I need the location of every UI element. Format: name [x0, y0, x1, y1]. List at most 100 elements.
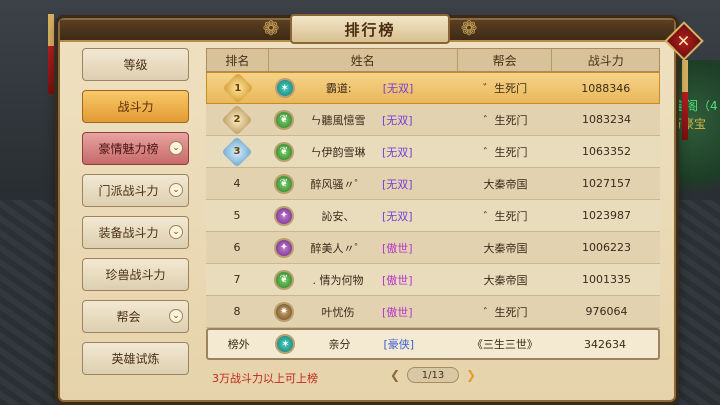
- table-header: 排名 姓名 帮会 战斗力: [206, 48, 660, 72]
- rank-value: 3: [233, 146, 241, 157]
- guild-name: ゛生死门: [483, 145, 528, 159]
- player-name: 亲分: [328, 338, 351, 351]
- title-tag: [无双]: [382, 82, 414, 95]
- chevron-down-icon: ⌄: [169, 141, 183, 155]
- player-name: 訫安、: [321, 209, 355, 223]
- table-row[interactable]: 4 ❦ 醉风骚〃゜ [无双] 大秦帝国 1027157: [206, 168, 660, 200]
- title-tag: [傲世]: [382, 273, 413, 287]
- table-row[interactable]: 1 ✶ 霸道: [无双] ゛生死门 1088346: [206, 72, 660, 104]
- right-tassel-decoration: [682, 60, 688, 140]
- ranking-requirement-note: 3万战斗力以上可上榜: [212, 372, 318, 385]
- guild-name: 《三生三世》: [471, 338, 538, 351]
- guild-name: ゛生死门: [483, 82, 528, 95]
- next-page-icon[interactable]: ❯: [464, 368, 478, 382]
- sidebar-item-pet-power[interactable]: 珍兽战斗力: [82, 258, 189, 291]
- avatar: ❦: [274, 269, 294, 290]
- sidebar: 等级 战斗力 豪情魅力榜 ⌄ 门派战斗力 ⌄ 装备战斗力 ⌄ 珍兽战斗力 帮会 …: [82, 48, 190, 384]
- table-row[interactable]: 3 ❦ ㄣ伊韵雪琳 [无双] ゛生死门 1063352: [206, 135, 660, 168]
- header-guild: 帮会: [458, 49, 553, 71]
- dragon-left-icon: ❁: [262, 16, 280, 40]
- sidebar-item-combat-power[interactable]: 战斗力: [82, 90, 189, 123]
- combat-power: 1023987: [582, 209, 631, 222]
- sidebar-item-label: 英雄试炼: [111, 352, 160, 366]
- table-row[interactable]: 7 ❦ . 情为何物 [傲世] 大秦帝国 1001335: [206, 264, 660, 296]
- rank-medal-silver-icon: 2: [221, 103, 253, 136]
- close-icon: ✕: [677, 31, 691, 51]
- page-title: 排行榜: [344, 20, 396, 39]
- combat-power: 1006223: [582, 241, 631, 254]
- sidebar-item-label: 豪情魅力榜: [98, 142, 159, 156]
- player-name: 醉美人〃゜: [310, 241, 366, 255]
- title-tag: [无双]: [382, 145, 413, 159]
- self-rank: 榜外: [227, 338, 250, 351]
- title-tag: [傲世]: [382, 241, 413, 255]
- title-tag: [傲世]: [382, 305, 413, 319]
- self-rank-row[interactable]: 榜外 ✶ 亲分 [豪侠] 《三生三世》 342634: [206, 328, 660, 360]
- player-name: ㄣ伊韵雪琳: [310, 145, 366, 159]
- rank-value: 5: [233, 209, 241, 222]
- sidebar-item-label: 装备战斗力: [98, 226, 159, 240]
- title-tag: [无双]: [382, 113, 413, 127]
- rank-value: 7: [233, 273, 241, 286]
- prev-page-icon[interactable]: ❮: [388, 368, 402, 382]
- sidebar-item-label: 珍兽战斗力: [105, 268, 166, 282]
- table-row[interactable]: 2 ❦ ㄣ聽風憶雪 [无双] ゛生死门 1083234: [206, 103, 660, 136]
- leaderboard-panel: ❁ ❁ 排行榜 等级 战斗力 豪情魅力榜 ⌄ 门派战斗力 ⌄ 装备战斗力 ⌄ 珍…: [58, 14, 676, 402]
- header-name: 姓名: [269, 49, 458, 71]
- sidebar-item-charm-ranking[interactable]: 豪情魅力榜 ⌄: [82, 132, 189, 165]
- combat-power: 1001335: [582, 273, 631, 286]
- guild-name: 大秦帝国: [483, 273, 528, 287]
- chevron-down-icon: ⌄: [169, 309, 183, 323]
- header-rank: 排名: [207, 49, 269, 71]
- title-tag: [豪侠]: [383, 338, 415, 351]
- ranking-table: 排名 姓名 帮会 战斗力 1 ✶ 霸道: [无双] ゛生死门 1088346 2 ❦…: [206, 48, 660, 360]
- rank-value: 6: [233, 241, 241, 254]
- guild-name: ゛生死门: [483, 305, 528, 319]
- sidebar-item-label: 等级: [123, 58, 148, 72]
- avatar: ✦: [274, 237, 294, 258]
- table-row[interactable]: 6 ✦ 醉美人〃゜ [傲世] 大秦帝国 1006223: [206, 232, 660, 264]
- sidebar-item-label: 门派战斗力: [98, 184, 159, 198]
- combat-power: 1063352: [582, 145, 631, 158]
- left-tassel-decoration: [48, 14, 54, 94]
- table-row[interactable]: 5 ✦ 訫安、 [无双] ゛生死门 1023987: [206, 200, 660, 232]
- rank-medal-bronze-icon: 3: [221, 135, 253, 168]
- title-plaque: 排行榜: [290, 14, 450, 44]
- player-name: 醉风骚〃゜: [310, 177, 366, 191]
- player-name: 叶忧伤: [321, 305, 355, 319]
- player-name: 霸道:: [325, 82, 352, 95]
- player-name: ㄣ聽風憶雪: [310, 113, 366, 127]
- chevron-down-icon: ⌄: [169, 183, 183, 197]
- title-tag: [无双]: [382, 209, 413, 223]
- combat-power: 1083234: [582, 113, 631, 126]
- combat-power: 1027157: [582, 177, 631, 190]
- sidebar-item-label: 战斗力: [117, 100, 154, 114]
- table-row[interactable]: 8 ✷ 叶忧伤 [傲世] ゛生死门 976064: [206, 296, 660, 328]
- pagination: ❮ 1/13 ❯: [388, 366, 478, 384]
- rank-value: 8: [233, 305, 241, 318]
- title-tag: [无双]: [382, 177, 413, 191]
- rank-medal-gold-icon: 1: [222, 72, 254, 104]
- header-power: 战斗力: [587, 53, 624, 68]
- rank-value: 2: [233, 114, 241, 125]
- sidebar-item-sect-power[interactable]: 门派战斗力 ⌄: [82, 174, 189, 207]
- avatar: ✷: [274, 301, 294, 322]
- dragon-right-icon: ❁: [460, 16, 478, 40]
- guild-name: ゛生死门: [483, 113, 528, 127]
- sidebar-item-label: 帮会: [116, 310, 141, 324]
- avatar: ❦: [274, 141, 294, 162]
- chevron-down-icon: ⌄: [169, 225, 183, 239]
- combat-power: 976064: [585, 305, 628, 318]
- rank-value: 1: [234, 82, 242, 94]
- avatar: ❦: [274, 109, 294, 130]
- sidebar-item-guild[interactable]: 帮会 ⌄: [82, 300, 189, 333]
- guild-name: ゛生死门: [483, 209, 528, 223]
- avatar: ❦: [274, 173, 294, 194]
- guild-name: 大秦帝国: [483, 241, 528, 255]
- sidebar-item-level[interactable]: 等级: [82, 48, 189, 81]
- rank-value: 4: [233, 177, 241, 190]
- page-indicator: 1/13: [407, 367, 459, 383]
- sidebar-item-equipment-power[interactable]: 装备战斗力 ⌄: [82, 216, 189, 249]
- sidebar-item-hero-trial[interactable]: 英雄试炼: [82, 342, 189, 375]
- avatar: ✶: [274, 78, 295, 98]
